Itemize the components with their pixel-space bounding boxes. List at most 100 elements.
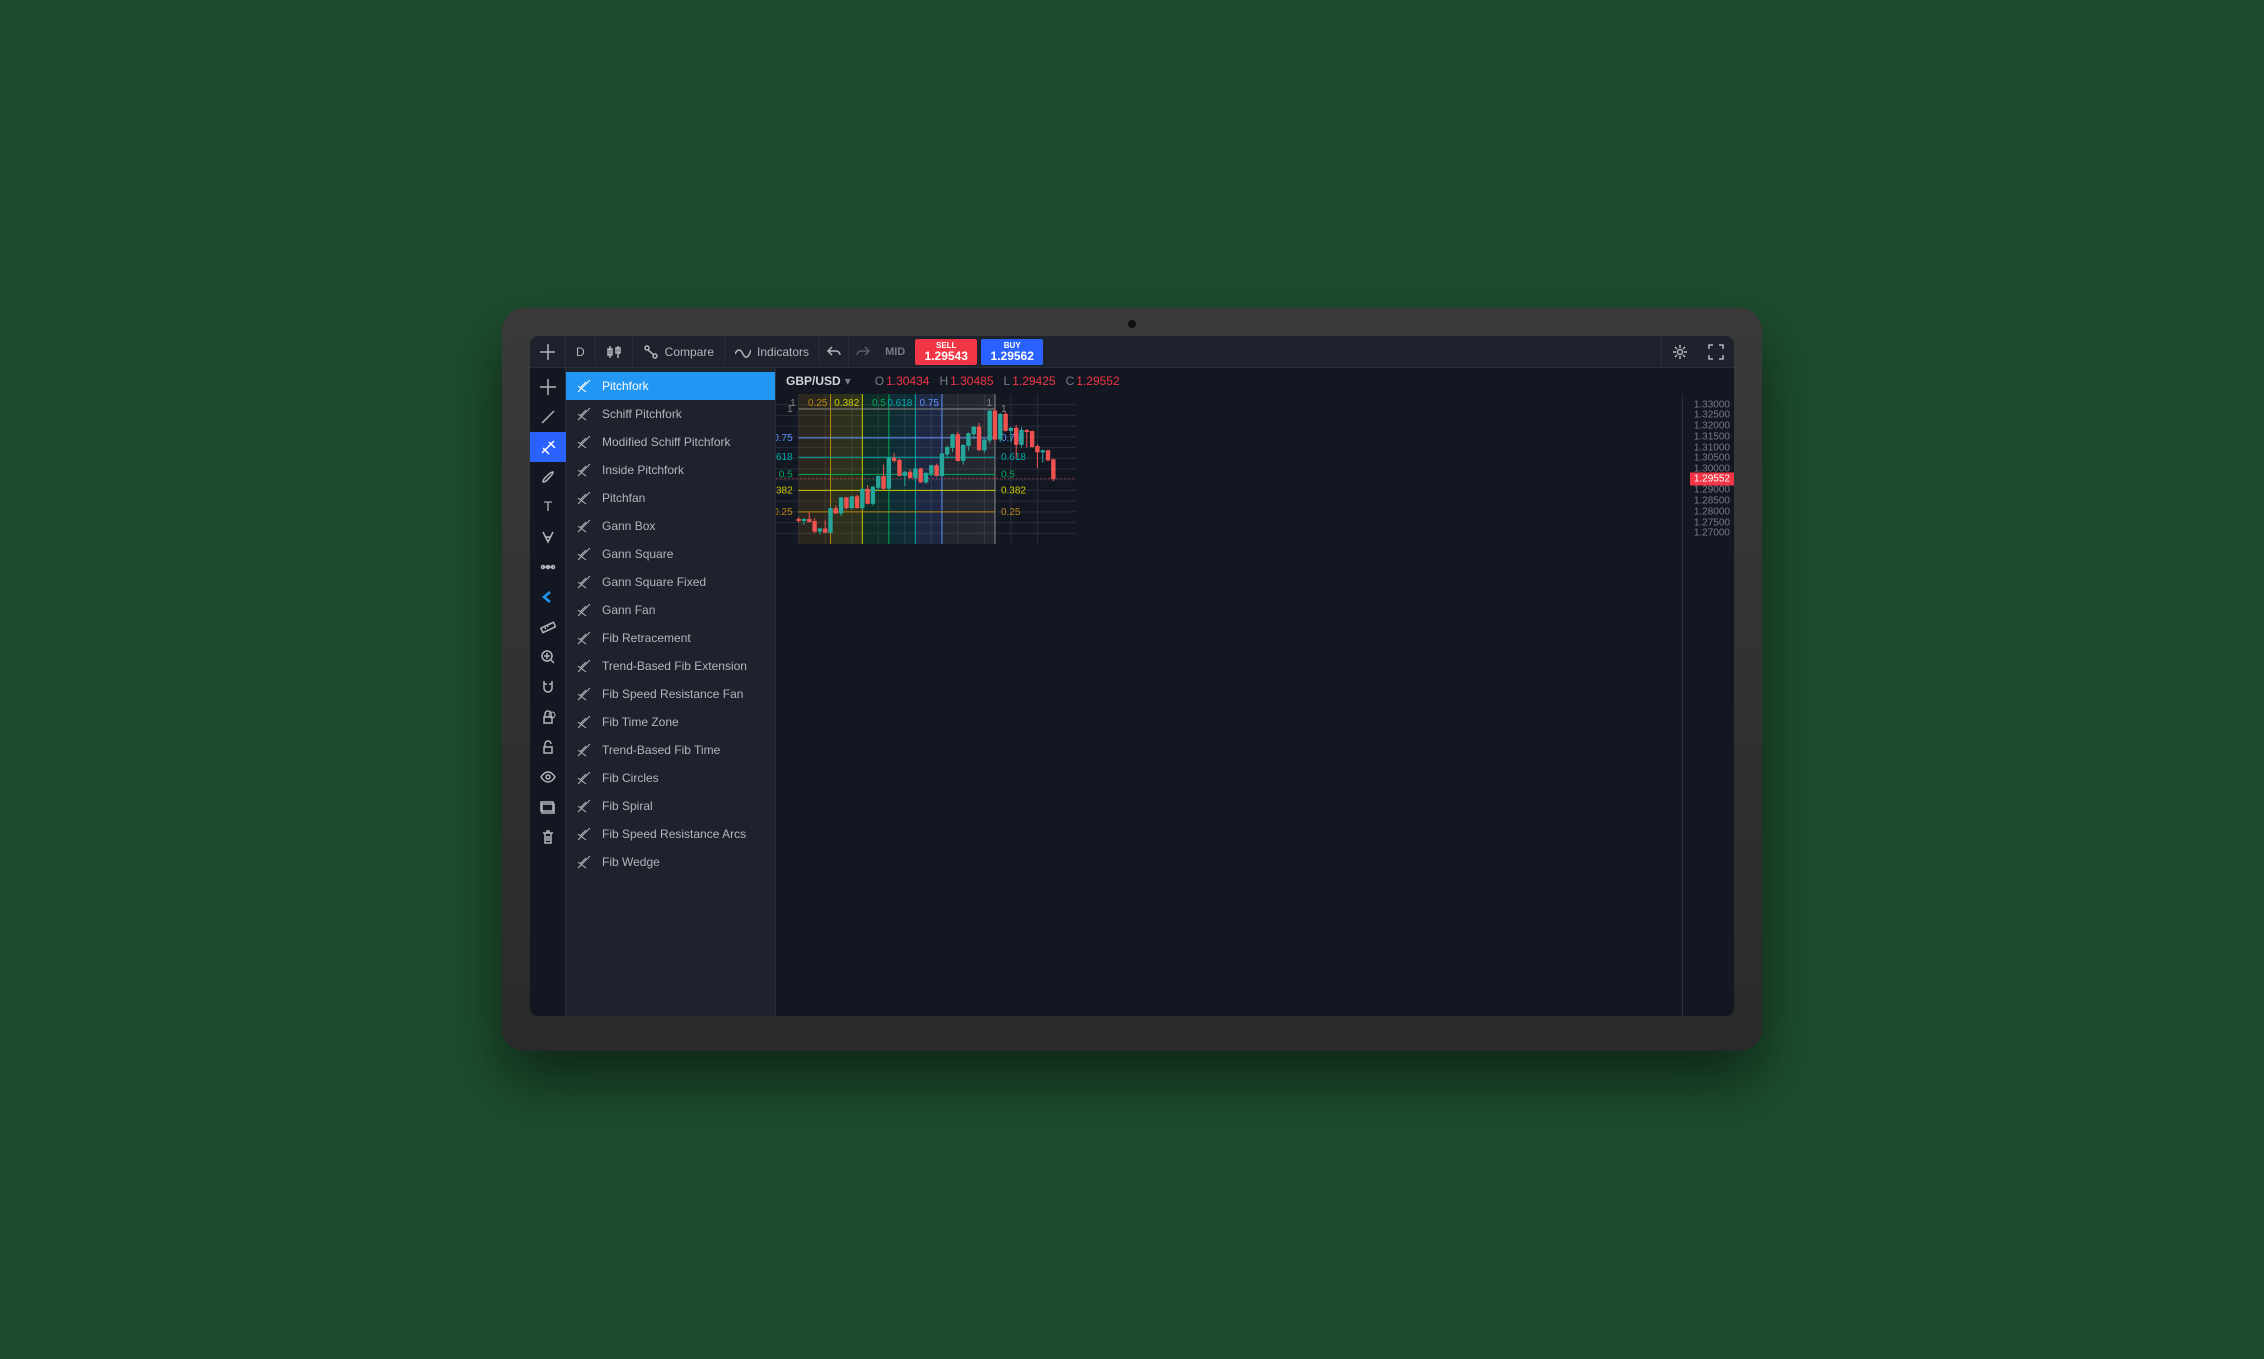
crosshair-icon [540, 344, 555, 360]
compare-icon [643, 344, 659, 360]
svg-text:T: T [543, 499, 552, 514]
flyout-item-fib-spiral[interactable]: Fib Spiral [566, 792, 775, 820]
flyout-label: Modified Schiff Pitchfork [602, 435, 731, 449]
svg-text:0.618: 0.618 [1001, 452, 1026, 463]
back-arrow[interactable] [530, 582, 566, 612]
undo-button[interactable] [820, 336, 849, 368]
undo-icon [826, 344, 842, 360]
flyout-item-gann-square-fixed[interactable]: Gann Square Fixed [566, 568, 775, 596]
svg-text:0.25: 0.25 [776, 507, 793, 518]
sell-button[interactable]: SELL 1.29543 [915, 339, 977, 365]
flyout-item-inside-pitchfork[interactable]: Inside Pitchfork [566, 456, 775, 484]
flyout-item-gann-box[interactable]: Gann Box [566, 512, 775, 540]
interval-selector[interactable]: D [566, 336, 596, 368]
flyout-item-fib-wedge[interactable]: Fib Wedge [566, 848, 775, 876]
visibility-tool[interactable] [530, 762, 566, 792]
compare-button[interactable]: Compare [633, 336, 725, 368]
prediction-tool[interactable] [530, 552, 566, 582]
svg-text:0.618: 0.618 [776, 452, 793, 463]
magnet-tool[interactable] [530, 672, 566, 702]
crosshair-tool[interactable] [530, 336, 566, 368]
flyout-item-modified-schiff-pitchfork[interactable]: Modified Schiff Pitchfork [566, 428, 775, 456]
indicators-button[interactable]: Indicators [725, 336, 820, 368]
tools-flyout: Pitchfork Schiff Pitchfork Modified Schiff… [566, 368, 776, 1016]
ohlc-c-val: 1.29552 [1076, 374, 1119, 388]
flyout-item-fib-circles[interactable]: Fib Circles [566, 764, 775, 792]
flyout-item-gann-fan[interactable]: Gann Fan [566, 596, 775, 624]
svg-text:0.25: 0.25 [808, 398, 828, 409]
flyout-label: Gann Fan [602, 603, 655, 617]
candlestick-chart[interactable]: 0.250.3820.50.6180.75110.250.250.3820.38… [776, 394, 1076, 544]
tool-icon [576, 826, 592, 842]
redo-button[interactable] [849, 336, 877, 368]
flyout-label: Gann Square Fixed [602, 575, 706, 589]
interval-value: D [576, 345, 585, 359]
flyout-label: Trend-Based Fib Extension [602, 659, 747, 673]
flyout-item-fib-speed-resistance-arcs[interactable]: Fib Speed Resistance Arcs [566, 820, 775, 848]
flyout-item-trend-based-fib-extension[interactable]: Trend-Based Fib Extension [566, 652, 775, 680]
sell-price: 1.29543 [925, 350, 968, 362]
trash-tool[interactable] [530, 822, 566, 852]
ohlc-c-key: C [1066, 374, 1075, 388]
flyout-label: Gann Square [602, 547, 673, 561]
svg-text:0.382: 0.382 [776, 485, 793, 496]
chevron-down-icon[interactable]: ▾ [845, 374, 851, 388]
ruler-tool[interactable] [530, 612, 566, 642]
fullscreen-button[interactable] [1698, 336, 1734, 368]
flyout-item-fib-time-zone[interactable]: Fib Time Zone [566, 708, 775, 736]
cursor-tool[interactable] [530, 372, 566, 402]
buy-button[interactable]: BUY 1.29562 [981, 339, 1043, 365]
ohlc-h-key: H [939, 374, 948, 388]
svg-text:1: 1 [986, 398, 992, 409]
line-tool[interactable] [530, 402, 566, 432]
symbol-header: GBP/USD ▾ O1.30434 H1.30485 L1.29425 C1.… [786, 374, 1120, 388]
symbol-name[interactable]: GBP/USD [786, 374, 841, 388]
zoom-tool[interactable] [530, 642, 566, 672]
lock-drawings-icon [540, 709, 556, 725]
tool-icon [576, 574, 592, 590]
text-tool[interactable]: T [530, 492, 566, 522]
flyout-label: Fib Wedge [602, 855, 660, 869]
lock-drawings[interactable] [530, 702, 566, 732]
candlestick-icon [606, 344, 622, 360]
chart-area[interactable]: GBP/USD ▾ O1.30434 H1.30485 L1.29425 C1.… [776, 368, 1734, 1016]
svg-text:0.75: 0.75 [776, 433, 793, 444]
flyout-label: Fib Speed Resistance Arcs [602, 827, 746, 841]
tool-icon [576, 462, 592, 478]
settings-button[interactable] [1661, 336, 1698, 368]
object-tree-icon [540, 799, 556, 815]
drawing-toolbar: T [530, 368, 566, 1016]
flyout-item-fib-retracement[interactable]: Fib Retracement [566, 624, 775, 652]
brush-tool[interactable] [530, 462, 566, 492]
flyout-item-trend-based-fib-time[interactable]: Trend-Based Fib Time [566, 736, 775, 764]
ruler-tool-icon [540, 619, 556, 635]
flyout-label: Trend-Based Fib Time [602, 743, 720, 757]
price-type-label: MID [877, 346, 913, 358]
svg-text:0.382: 0.382 [1001, 485, 1026, 496]
trash-tool-icon [540, 829, 556, 845]
pattern-tool[interactable] [530, 522, 566, 552]
gear-icon [1672, 344, 1688, 360]
lock-chart[interactable] [530, 732, 566, 762]
flyout-item-fib-speed-resistance-fan[interactable]: Fib Speed Resistance Fan [566, 680, 775, 708]
flyout-label: Pitchfan [602, 491, 645, 505]
flyout-item-pitchfork[interactable]: Pitchfork [566, 372, 775, 400]
price-axis[interactable]: 1.270001.275001.280001.285001.290001.295… [1682, 394, 1734, 1016]
ohlc-o-val: 1.30434 [886, 374, 929, 388]
prediction-tool-icon [540, 559, 556, 575]
flyout-label: Schiff Pitchfork [602, 407, 682, 421]
svg-text:0.5: 0.5 [872, 398, 886, 409]
pitchfork-tool[interactable] [530, 432, 566, 462]
svg-text:0.75: 0.75 [919, 398, 939, 409]
flyout-label: Fib Retracement [602, 631, 691, 645]
flyout-label: Pitchfork [602, 379, 649, 393]
flyout-item-pitchfan[interactable]: Pitchfan [566, 484, 775, 512]
chart-style-selector[interactable] [596, 336, 633, 368]
buy-price: 1.29562 [991, 350, 1034, 362]
tool-icon [576, 546, 592, 562]
compare-label: Compare [665, 345, 714, 359]
object-tree[interactable] [530, 792, 566, 822]
pattern-tool-icon [540, 529, 556, 545]
flyout-item-gann-square[interactable]: Gann Square [566, 540, 775, 568]
flyout-item-schiff-pitchfork[interactable]: Schiff Pitchfork [566, 400, 775, 428]
